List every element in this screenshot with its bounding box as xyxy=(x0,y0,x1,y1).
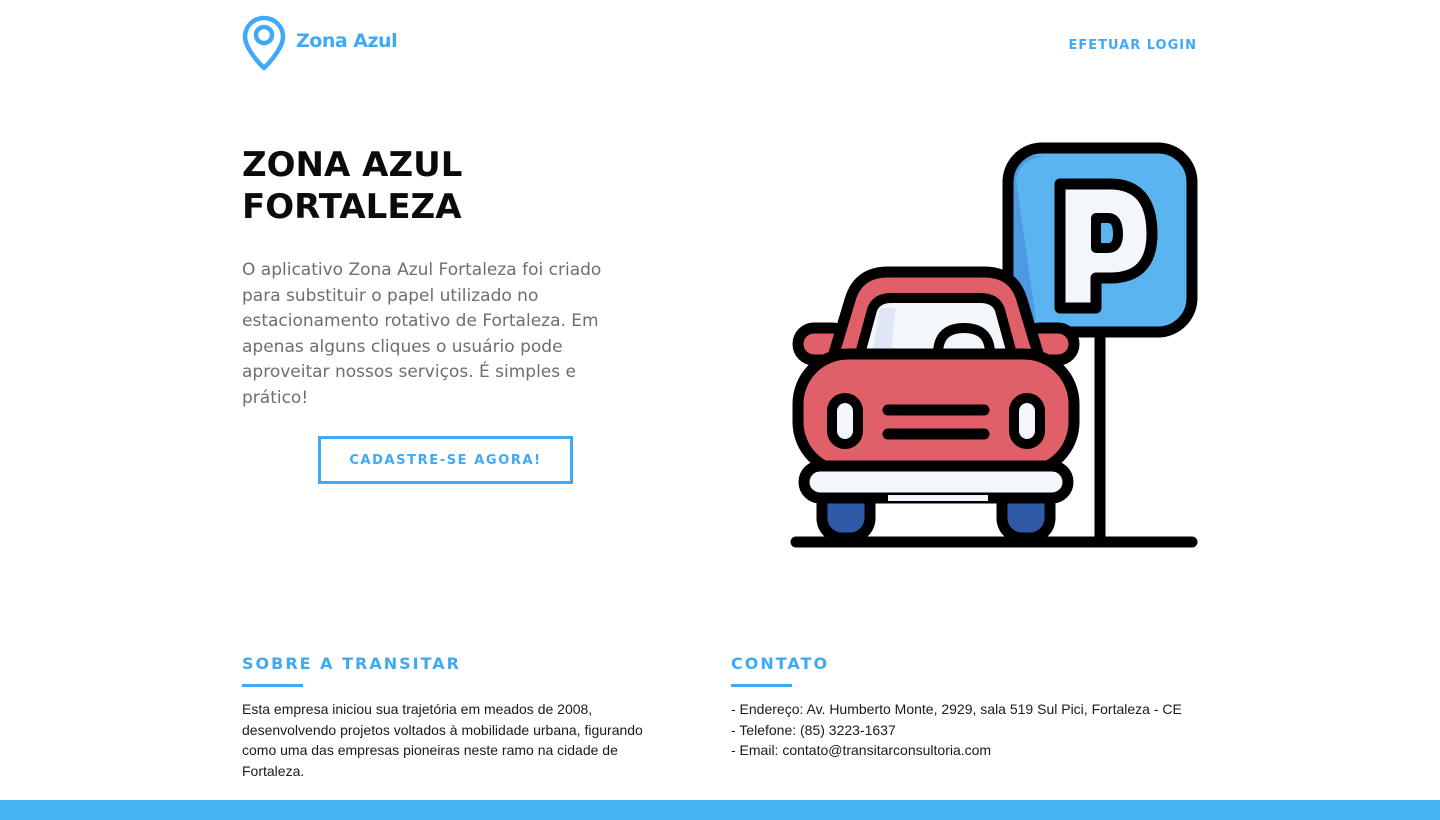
contact-email: - Email: contato@transitarconsultoria.co… xyxy=(731,742,992,758)
footer-bar xyxy=(0,800,1440,820)
signup-button[interactable]: CADASTRE-SE AGORA! xyxy=(318,436,573,484)
about-title-underline xyxy=(242,684,303,687)
brand-logo-link[interactable]: Zona Azul xyxy=(241,14,398,72)
parked-car-parking-sign-icon xyxy=(790,142,1198,548)
map-pin-icon xyxy=(242,15,286,71)
contact-title: CONTATO xyxy=(731,654,830,673)
contact-phone: - Telefone: (85) 3223-1637 xyxy=(731,721,896,738)
hero-title: ZONA AZUL FORTALEZA xyxy=(242,145,463,227)
brand-name: Zona Azul xyxy=(296,30,398,52)
about-title: SOBRE A TRANSITAR xyxy=(242,654,461,673)
about-section: SOBRE A TRANSITAR Esta empresa iniciou s… xyxy=(242,654,672,781)
contact-address: - Endereço: Av. Humberto Monte, 2929, sa… xyxy=(731,701,1182,717)
contact-title-underline xyxy=(731,684,792,687)
landing-page: Zona Azul EFETUAR LOGIN ZONA AZUL FORTAL… xyxy=(0,0,1440,820)
about-text: Esta empresa iniciou sua trajetória em m… xyxy=(242,701,643,779)
login-link[interactable]: EFETUAR LOGIN xyxy=(1068,38,1197,53)
hero-description: O aplicativo Zona Azul Fortaleza foi cri… xyxy=(242,260,602,408)
contact-section: CONTATO - Endereço: Av. Humberto Monte, … xyxy=(731,654,1211,761)
